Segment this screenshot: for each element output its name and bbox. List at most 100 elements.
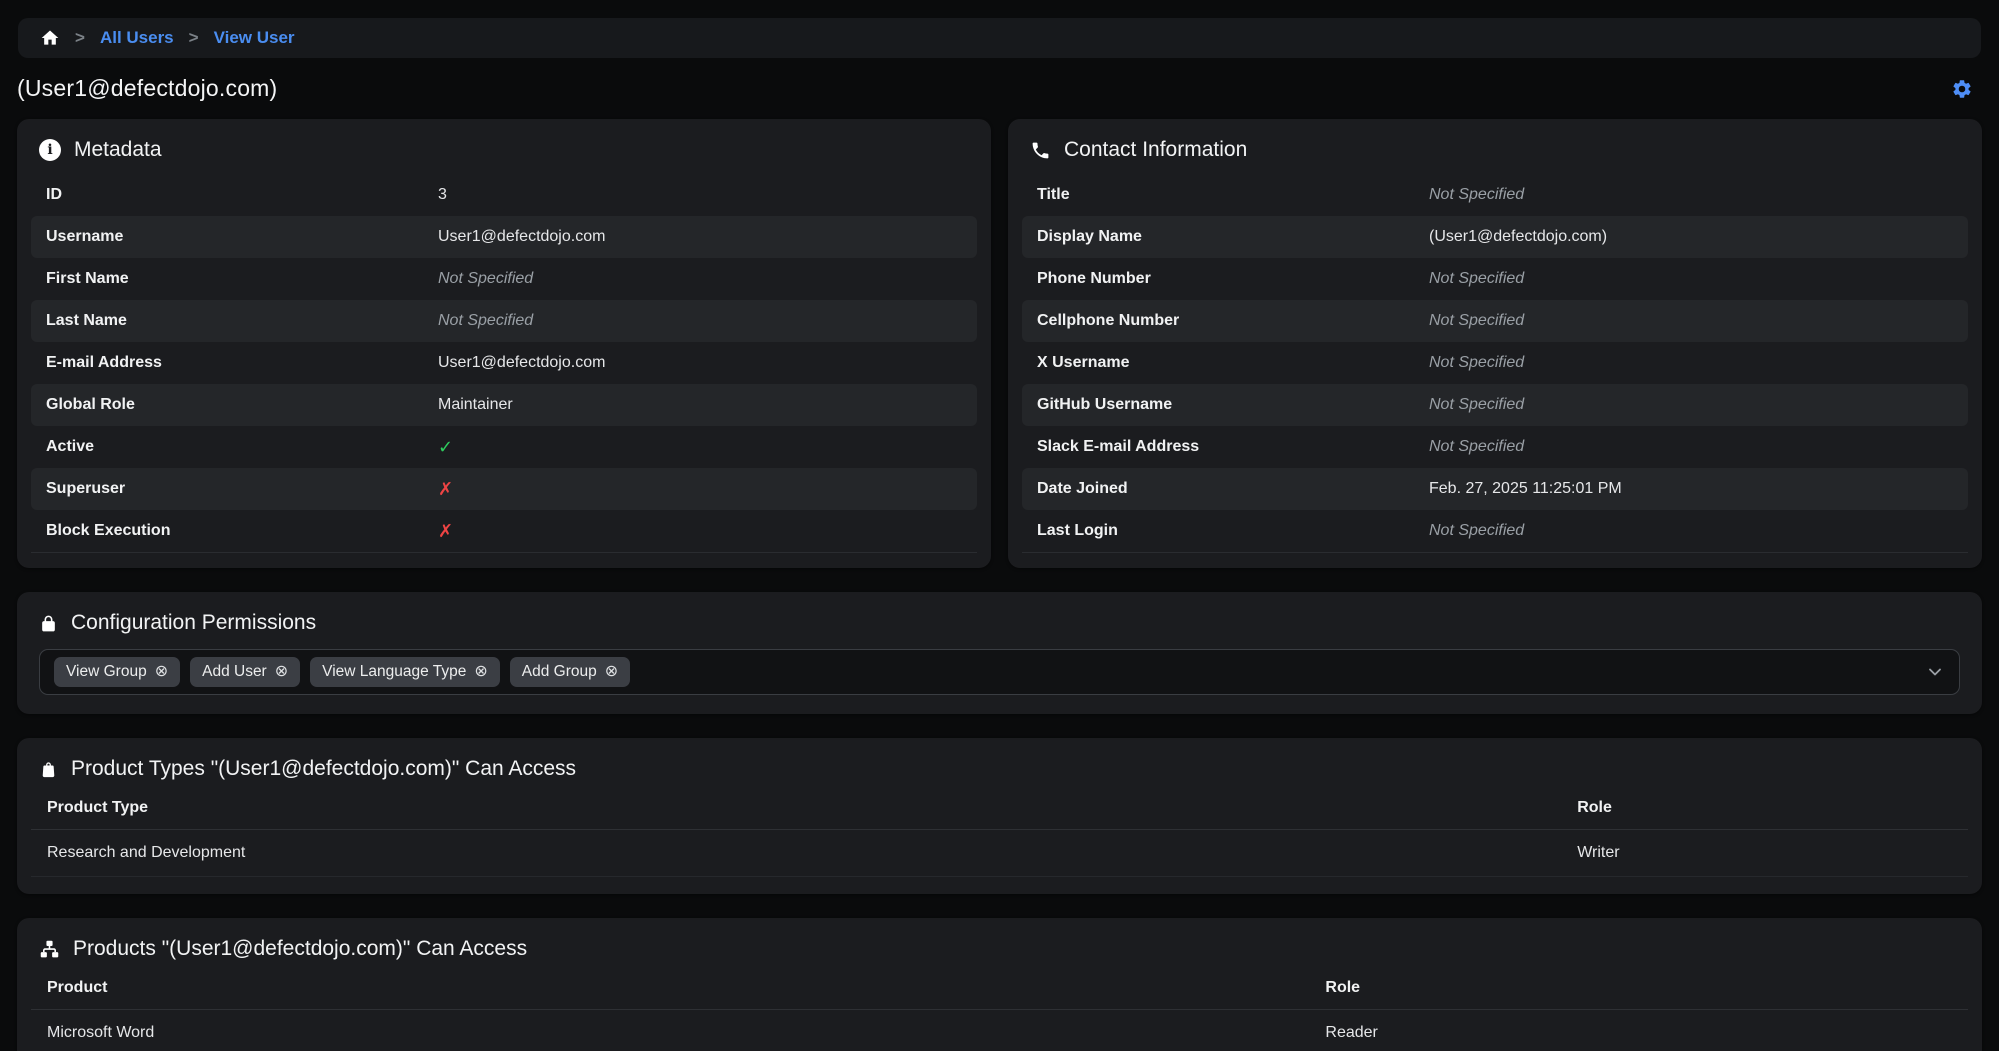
configuration-permissions-title: Configuration Permissions — [71, 611, 316, 635]
info-icon: i — [39, 139, 61, 161]
chevron-right-icon: > — [189, 28, 199, 48]
metadata-row: Last Name Not Specified — [31, 300, 977, 342]
home-icon — [40, 28, 60, 48]
bag-icon — [39, 759, 58, 780]
contact-row: Title Not Specified — [1022, 174, 1968, 216]
field-value: User1@defectdojo.com — [438, 354, 605, 372]
remove-tag-icon[interactable]: ⊗ — [275, 664, 288, 680]
table-row: Microsoft Word Reader — [31, 1010, 1968, 1051]
field-value: (User1@defectdojo.com) — [1429, 228, 1607, 246]
contact-row: X Username Not Specified — [1022, 342, 1968, 384]
metadata-row: First Name Not Specified — [31, 258, 977, 300]
page-title: (User1@defectdojo.com) — [17, 75, 277, 102]
metadata-card-header: i Metadata — [31, 132, 977, 174]
field-label: Date Joined — [1037, 480, 1429, 498]
product-cell: Microsoft Word — [31, 1010, 1309, 1051]
remove-tag-icon[interactable]: ⊗ — [474, 664, 487, 680]
field-label: Username — [46, 228, 438, 246]
permission-tag: Add User ⊗ — [190, 657, 300, 687]
remove-tag-icon[interactable]: ⊗ — [605, 664, 618, 680]
role-cell: Reader — [1309, 1010, 1968, 1051]
metadata-card: i Metadata ID 3 Username User1@defectdoj… — [17, 119, 991, 568]
metadata-row: Username User1@defectdojo.com — [31, 216, 977, 258]
permission-tag-label: Add User — [202, 663, 267, 681]
column-header: Product — [31, 973, 1309, 1009]
field-value: Not Specified — [1429, 438, 1524, 456]
check-icon: ✓ — [438, 437, 453, 458]
breadcrumb-all-users[interactable]: All Users — [100, 28, 174, 48]
contact-row: Slack E-mail Address Not Specified — [1022, 426, 1968, 468]
field-value: Not Specified — [1429, 396, 1524, 414]
table-header-row: Product Role — [31, 973, 1968, 1010]
field-label: Display Name — [1037, 228, 1429, 246]
metadata-row: Superuser ✗ — [31, 468, 977, 510]
permission-tag: View Language Type ⊗ — [310, 657, 500, 687]
field-value: 3 — [438, 186, 447, 204]
settings-gear-button[interactable] — [1949, 76, 1975, 102]
role-cell: Writer — [1561, 830, 1968, 876]
metadata-row: Block Execution ✗ — [31, 510, 977, 552]
field-value: Maintainer — [438, 396, 513, 414]
chevron-down-icon — [1925, 662, 1945, 682]
remove-tag-icon[interactable]: ⊗ — [155, 664, 168, 680]
field-label: First Name — [46, 270, 438, 288]
products-title: Products "(User1@defectdojo.com)" Can Ac… — [73, 937, 527, 961]
page-header: (User1@defectdojo.com) — [17, 75, 1975, 102]
product-types-card: Product Types "(User1@defectdojo.com)" C… — [17, 738, 1982, 894]
products-card: Products "(User1@defectdojo.com)" Can Ac… — [17, 918, 1982, 1051]
field-label: Last Name — [46, 312, 438, 330]
contact-row: Phone Number Not Specified — [1022, 258, 1968, 300]
field-value: Not Specified — [1429, 522, 1524, 540]
column-header: Role — [1561, 793, 1968, 829]
metadata-row: Global Role Maintainer — [31, 384, 977, 426]
breadcrumb-home[interactable] — [40, 28, 60, 48]
field-label: Slack E-mail Address — [1037, 438, 1429, 456]
permission-tag-label: Add Group — [522, 663, 597, 681]
field-value: Not Specified — [438, 270, 533, 288]
metadata-row: Active ✓ — [31, 426, 977, 468]
field-label: Title — [1037, 186, 1429, 204]
permission-tag: Add Group ⊗ — [510, 657, 630, 687]
sitemap-icon — [39, 939, 60, 960]
configuration-permissions-header: Configuration Permissions — [31, 605, 1968, 647]
field-label: GitHub Username — [1037, 396, 1429, 414]
permissions-select[interactable]: View Group ⊗ Add User ⊗ View Language Ty… — [39, 649, 1960, 695]
contact-row: Date Joined Feb. 27, 2025 11:25:01 PM — [1022, 468, 1968, 510]
contact-row: Last Login Not Specified — [1022, 510, 1968, 552]
contact-list: Title Not Specified Display Name (User1@… — [1022, 174, 1968, 553]
field-value: User1@defectdojo.com — [438, 228, 605, 246]
breadcrumb-view-user[interactable]: View User — [214, 28, 295, 48]
field-label: X Username — [1037, 354, 1429, 372]
field-label: Block Execution — [46, 522, 438, 540]
field-value: Not Specified — [1429, 354, 1524, 372]
field-value: Not Specified — [1429, 270, 1524, 288]
metadata-row: E-mail Address User1@defectdojo.com — [31, 342, 977, 384]
column-header: Role — [1309, 973, 1968, 1009]
permission-tag-label: View Group — [66, 663, 147, 681]
contact-card: Contact Information Title Not Specified … — [1008, 119, 1982, 568]
permission-tag-label: View Language Type — [322, 663, 466, 681]
breadcrumb: > All Users > View User — [18, 18, 1981, 58]
metadata-list: ID 3 Username User1@defectdojo.com First… — [31, 174, 977, 553]
top-cards-row: i Metadata ID 3 Username User1@defectdoj… — [17, 119, 1982, 568]
field-label: ID — [46, 186, 438, 204]
field-value: Not Specified — [438, 312, 533, 330]
products-table: Product Role Microsoft Word Reader — [31, 973, 1968, 1051]
chevron-right-icon: > — [75, 28, 85, 48]
products-header: Products "(User1@defectdojo.com)" Can Ac… — [31, 931, 1968, 973]
product-types-header: Product Types "(User1@defectdojo.com)" C… — [31, 751, 1968, 793]
column-header: Product Type — [31, 793, 1561, 829]
field-label: Cellphone Number — [1037, 312, 1429, 330]
product-type-cell: Research and Development — [31, 830, 1561, 876]
lock-icon — [39, 613, 58, 634]
field-label: Last Login — [1037, 522, 1429, 540]
contact-row: Display Name (User1@defectdojo.com) — [1022, 216, 1968, 258]
field-label: Global Role — [46, 396, 438, 414]
metadata-card-title: Metadata — [74, 138, 162, 162]
contact-card-title: Contact Information — [1064, 138, 1247, 162]
cross-icon: ✗ — [438, 521, 453, 542]
permission-tag: View Group ⊗ — [54, 657, 180, 687]
contact-row: GitHub Username Not Specified — [1022, 384, 1968, 426]
contact-card-header: Contact Information — [1022, 132, 1968, 174]
phone-icon — [1030, 140, 1051, 161]
